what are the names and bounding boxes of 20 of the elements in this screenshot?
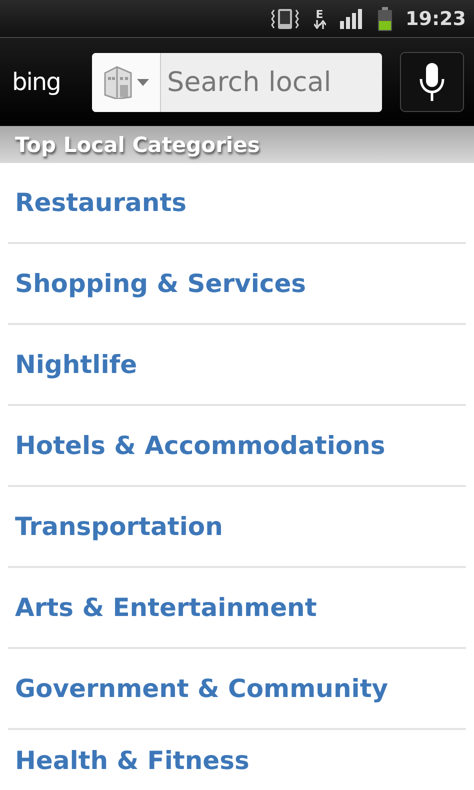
microphone-icon	[418, 61, 446, 103]
search-field[interactable]: Search local	[92, 52, 382, 112]
category-item[interactable]: Nightlife	[8, 325, 466, 406]
vibrate-icon	[270, 6, 300, 30]
bing-logo: bing	[12, 68, 62, 96]
category-item[interactable]: Arts & Entertainment	[8, 568, 466, 649]
voice-search-button[interactable]	[400, 52, 464, 112]
category-item[interactable]: Shopping & Services	[8, 244, 466, 325]
category-item[interactable]: Health & Fitness	[8, 730, 466, 790]
signal-icon	[340, 8, 364, 28]
caret-icon	[137, 78, 149, 86]
building-icon	[103, 65, 133, 99]
battery-icon	[378, 6, 392, 30]
clock-time: 19:23	[406, 8, 466, 30]
category-item[interactable]: Transportation	[8, 487, 466, 568]
category-dropdown[interactable]	[92, 52, 161, 112]
category-item[interactable]: Government & Community	[8, 649, 466, 730]
category-item[interactable]: Hotels & Accommodations	[8, 406, 466, 487]
section-title: Top Local Categories	[15, 132, 260, 156]
category-item[interactable]: Restaurants	[8, 163, 466, 244]
